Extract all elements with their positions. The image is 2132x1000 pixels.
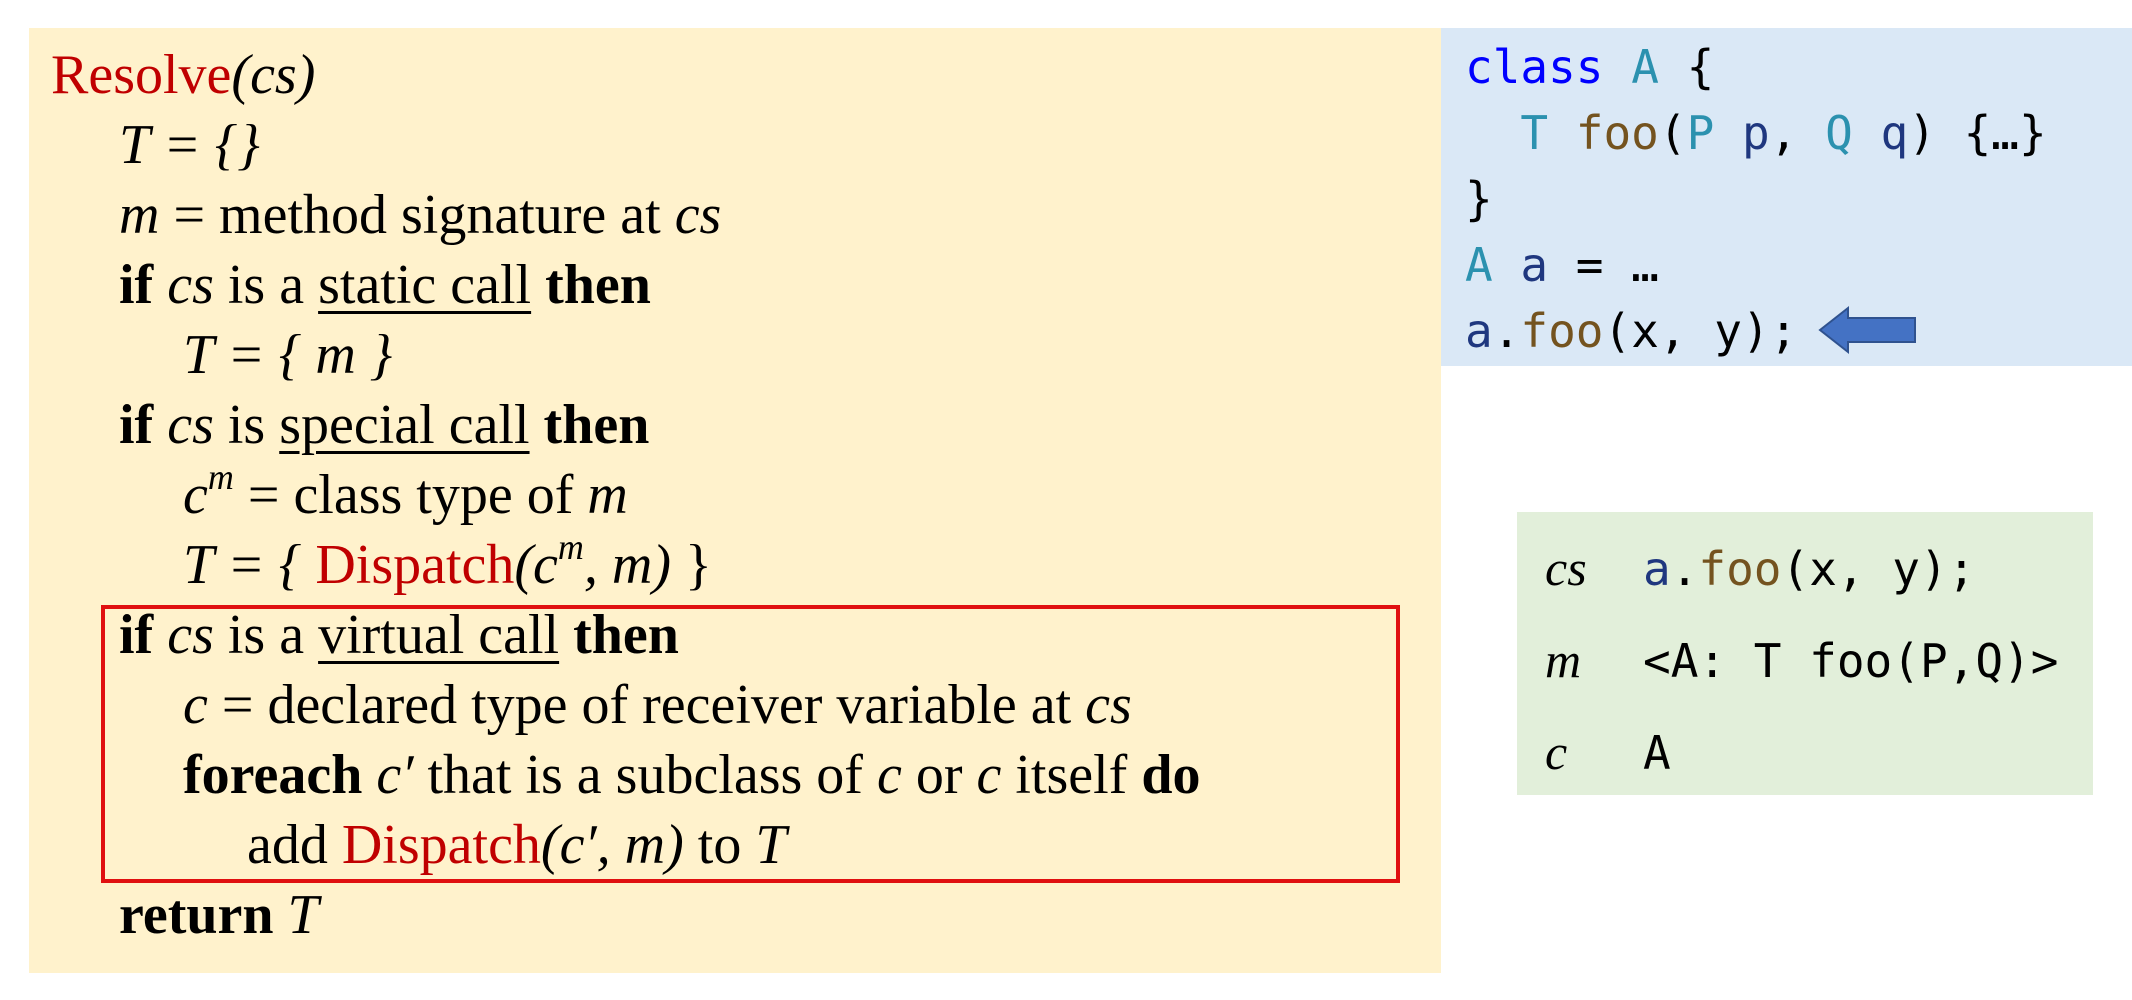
code-panel: class A { T foo(P p, Q q) {…} } A a = … … [1441, 28, 2132, 366]
special-call-term: special call [279, 394, 530, 456]
line-init-T: T = {} [119, 114, 260, 176]
info-row-c: cA [1545, 724, 1671, 780]
code-line-decl: A a = … [1465, 238, 1659, 292]
info-panel: cs a.foo(x, y); m <A: T foo(P,Q)> cA [1517, 512, 2093, 795]
line-class-type: cm = class type of m [183, 457, 628, 526]
code-line-call: a.foo(x, y); [1465, 304, 1798, 358]
info-row-m: m <A: T foo(P,Q)> [1545, 632, 2059, 688]
line-return: return T [119, 884, 319, 946]
line-method-signature: m = method signature at cs [119, 184, 722, 246]
static-call-term: static call [318, 254, 532, 316]
code-line-class: class A { [1465, 40, 1715, 94]
dispatch-function-name: Dispatch [315, 534, 515, 596]
line-special-result: T = { Dispatch(cm, m) } [183, 527, 712, 596]
algorithm-title: Resolve(cs) [51, 44, 316, 106]
code-line-method: T foo(P p, Q q) {…} [1520, 106, 2047, 160]
resolve-function-name: Resolve [51, 44, 232, 106]
virtual-call-highlight-box [101, 605, 1400, 883]
info-row-cs: cs a.foo(x, y); [1545, 540, 1976, 596]
line-if-special: if cs is special call then [119, 394, 650, 456]
left-arrow-icon [1818, 305, 1916, 355]
code-line-close: } [1465, 172, 1493, 226]
line-if-static: if cs is a static call then [119, 254, 651, 316]
line-static-result: T = { m } [183, 324, 393, 386]
